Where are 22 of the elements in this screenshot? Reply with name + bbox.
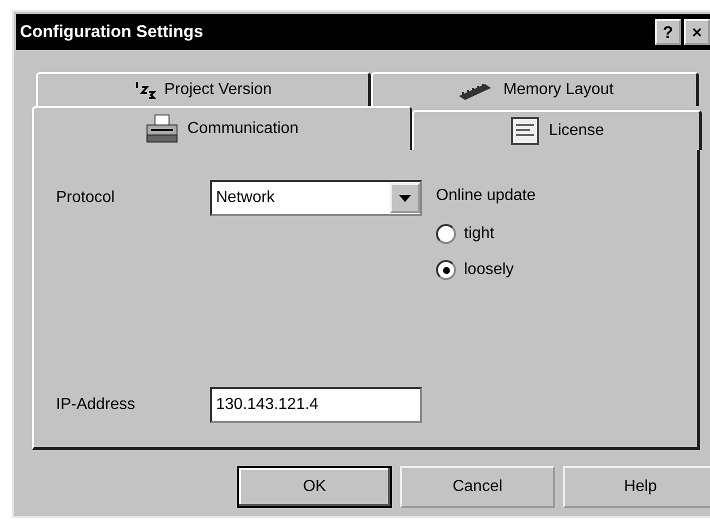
radio-label: tight	[464, 224, 494, 244]
dialog-button[interactable]: Cancel	[400, 466, 555, 508]
tab[interactable]: License	[412, 110, 702, 150]
field-label: IP-Address	[56, 395, 136, 415]
tab[interactable]: Project Version	[36, 72, 371, 106]
dropdown-arrow-icon	[399, 194, 411, 202]
tab[interactable]: Memory Layout	[371, 72, 699, 106]
ip-address-field[interactable]: 130.143.121.4	[210, 387, 422, 423]
document-icon	[508, 116, 541, 146]
dialog-button[interactable]: OK	[237, 466, 392, 508]
tab[interactable]: Communication	[32, 106, 412, 150]
close-button[interactable]: ×	[684, 19, 710, 45]
radio-button[interactable]	[436, 260, 456, 280]
printer-icon	[145, 114, 180, 144]
radio-label: loosely	[464, 260, 514, 280]
radio-button[interactable]	[436, 224, 456, 244]
group-label: Online update	[436, 186, 536, 206]
window-title: Configuration Settings	[20, 21, 204, 44]
protocol-dropdown[interactable]: Network	[210, 180, 422, 216]
help-button[interactable]: ?	[655, 19, 681, 45]
field-label: Protocol	[56, 188, 116, 208]
dialog-button[interactable]: Help	[563, 466, 710, 508]
